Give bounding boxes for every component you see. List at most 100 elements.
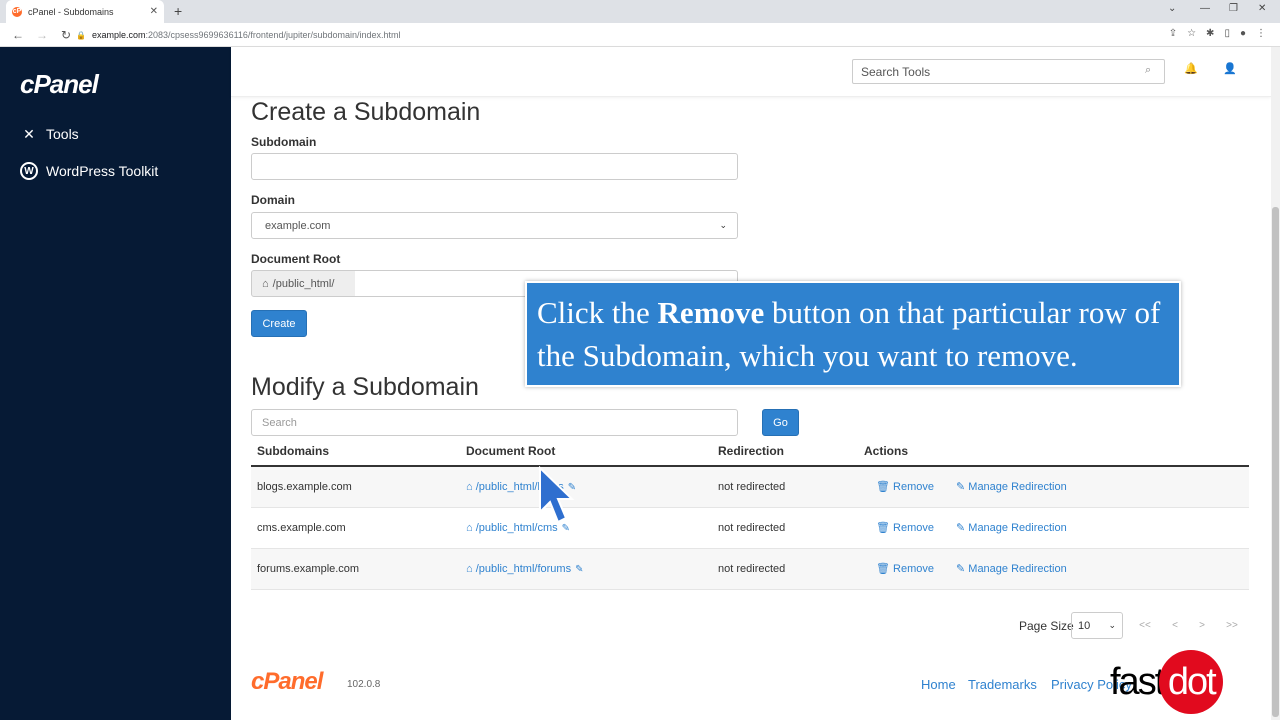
row-redirection: not redirected xyxy=(718,522,786,534)
row-subdomain: blogs.example.com xyxy=(257,481,352,493)
table-row: cms.example.com ⌂ /public_html/cms ✎ not … xyxy=(251,508,1249,549)
wordpress-icon: W xyxy=(20,162,38,180)
home-icon: ⌂ xyxy=(466,563,476,575)
remove-button[interactable]: 🗑 Remove xyxy=(876,508,934,549)
footer-version: 102.0.8 xyxy=(347,679,381,690)
footer-link-home[interactable]: Home xyxy=(921,677,956,692)
pencil-icon: ✎ xyxy=(956,563,966,575)
sidebar-item-tools[interactable]: ✕ Tools xyxy=(20,125,79,143)
browser-tab[interactable]: cP cPanel - Subdomains ✕ xyxy=(6,0,164,23)
page-size-label: Page Size xyxy=(1019,619,1074,633)
document-root-prefix: ⌂ /public_html/ xyxy=(251,270,356,297)
column-header-subdomains[interactable]: Subdomains xyxy=(257,438,329,465)
share-icon[interactable]: ⇪ xyxy=(1169,28,1177,39)
tab-title: cPanel - Subdomains xyxy=(28,6,114,17)
column-header-actions: Actions xyxy=(864,444,909,458)
new-tab-icon[interactable]: + xyxy=(174,3,182,19)
bookmark-star-icon[interactable]: ☆ xyxy=(1187,28,1196,39)
sidebar-item-label: Tools xyxy=(46,126,79,142)
create-button[interactable]: Create xyxy=(251,310,307,337)
url-field[interactable]: 🔒 example.com:2083/cpsess9699636116/fron… xyxy=(76,26,1196,44)
page-size-select[interactable]: 10 ⌄ xyxy=(1071,612,1123,639)
go-button[interactable]: Go xyxy=(762,409,799,436)
manage-redirection-label: Manage Redirection xyxy=(968,522,1067,534)
user-account-icon[interactable]: 👤 xyxy=(1221,62,1239,80)
reload-icon[interactable]: ↻ xyxy=(60,28,72,42)
pencil-icon: ✎ xyxy=(956,522,966,534)
table-row: blogs.example.com ⌂ /public_html/blogs ✎ … xyxy=(251,467,1249,508)
notifications-bell-icon[interactable]: 🔔 xyxy=(1182,62,1200,80)
browser-actions: ⇪ ☆ ✱ ▯ ● ⋮ xyxy=(1169,28,1266,39)
url-host: example.com xyxy=(91,30,146,40)
fastdot-brand-text: fast xyxy=(1110,660,1165,703)
close-tab-icon[interactable]: ✕ xyxy=(150,6,158,17)
tutorial-callout: Click the Remove button on that particul… xyxy=(525,281,1181,387)
sidebar-item-wordpress-toolkit[interactable]: W WordPress Toolkit xyxy=(20,162,158,180)
subdomain-input[interactable] xyxy=(251,153,738,180)
footer-link-trademarks[interactable]: Trademarks xyxy=(968,677,1037,692)
next-page-button[interactable]: > xyxy=(1188,612,1216,639)
pencil-icon[interactable]: ✎ xyxy=(575,564,583,575)
search-tools-input[interactable] xyxy=(852,59,1165,84)
sidepanel-icon[interactable]: ▯ xyxy=(1224,28,1230,39)
page-scrollbar[interactable] xyxy=(1271,47,1280,720)
scrollbar-thumb[interactable] xyxy=(1272,207,1279,717)
first-page-button[interactable]: << xyxy=(1131,612,1159,639)
document-root-prefix-text: /public_html/ xyxy=(272,277,335,290)
table-row: forums.example.com ⌂ /public_html/forums… xyxy=(251,549,1249,590)
page-size-value: 10 xyxy=(1078,619,1091,632)
forward-icon[interactable]: → xyxy=(36,28,48,42)
row-document-root-link[interactable]: ⌂ /public_html/forums ✎ xyxy=(466,549,583,590)
row-redirection: not redirected xyxy=(718,563,786,575)
profile-icon[interactable]: ● xyxy=(1240,28,1246,39)
remove-button[interactable]: 🗑 Remove xyxy=(876,549,934,590)
sidebar-item-label: WordPress Toolkit xyxy=(46,163,159,179)
manage-redirection-button[interactable]: ✎ Manage Redirection xyxy=(956,549,1067,590)
search-icon[interactable]: ⌕ xyxy=(1145,64,1151,77)
manage-redirection-button[interactable]: ✎ Manage Redirection xyxy=(956,467,1067,508)
pencil-icon: ✎ xyxy=(956,481,966,493)
subdomain-table: Subdomains Document Root Redirection Act… xyxy=(251,438,1249,590)
trash-icon: 🗑 xyxy=(876,522,890,534)
callout-text-bold: Remove xyxy=(657,295,765,330)
tab-search-icon[interactable]: ⌄ xyxy=(1168,3,1176,14)
previous-page-button[interactable]: < xyxy=(1161,612,1189,639)
home-icon: ⌂ xyxy=(466,522,476,534)
lock-icon: 🔒 xyxy=(76,30,86,40)
trash-icon: 🗑 xyxy=(876,481,890,493)
cpanel-logo[interactable]: cPanel xyxy=(20,69,99,100)
back-icon[interactable]: ← xyxy=(12,28,24,42)
remove-button[interactable]: 🗑 Remove xyxy=(876,467,934,508)
footer-cpanel-logo[interactable]: cPanel xyxy=(251,668,323,696)
tools-icon: ✕ xyxy=(23,125,35,142)
last-page-button[interactable]: >> xyxy=(1218,612,1246,639)
subdomain-label: Subdomain xyxy=(251,135,317,149)
restore-icon[interactable]: ❐ xyxy=(1229,3,1238,14)
chevron-down-icon: ⌄ xyxy=(1108,620,1116,630)
home-icon: ⌂ xyxy=(262,277,269,290)
subdomain-search-input[interactable] xyxy=(251,409,738,436)
browser-tab-bar: cP cPanel - Subdomains ✕ + ⌄ — ❐ ✕ xyxy=(0,0,1280,23)
fastdot-watermark: fast dot xyxy=(1110,650,1224,714)
fastdot-brand-dot: dot xyxy=(1159,650,1224,714)
trash-icon: 🗑 xyxy=(876,563,890,575)
chevron-down-icon: ⌄ xyxy=(719,220,727,230)
domain-select[interactable]: example.com ⌄ xyxy=(251,212,738,239)
manage-redirection-button[interactable]: ✎ Manage Redirection xyxy=(956,508,1067,549)
document-root-text: /public_html/forums xyxy=(475,563,572,575)
domain-label: Domain xyxy=(251,193,296,207)
remove-label: Remove xyxy=(893,522,934,534)
row-redirection: not redirected xyxy=(718,481,786,493)
column-header-document-root[interactable]: Document Root xyxy=(466,438,555,465)
domain-selected-value: example.com xyxy=(265,219,331,232)
minimize-icon[interactable]: — xyxy=(1200,3,1210,14)
column-header-redirection[interactable]: Redirection xyxy=(718,438,784,465)
manage-redirection-label: Manage Redirection xyxy=(968,563,1067,575)
close-window-icon[interactable]: ✕ xyxy=(1258,3,1266,14)
extensions-icon[interactable]: ✱ xyxy=(1206,28,1214,39)
row-subdomain: forums.example.com xyxy=(257,563,360,575)
menu-kebab-icon[interactable]: ⋮ xyxy=(1256,28,1266,39)
remove-label: Remove xyxy=(893,563,934,575)
table-header: Subdomains Document Root Redirection Act… xyxy=(251,438,1249,467)
modify-subdomain-title: Modify a Subdomain xyxy=(251,373,479,401)
